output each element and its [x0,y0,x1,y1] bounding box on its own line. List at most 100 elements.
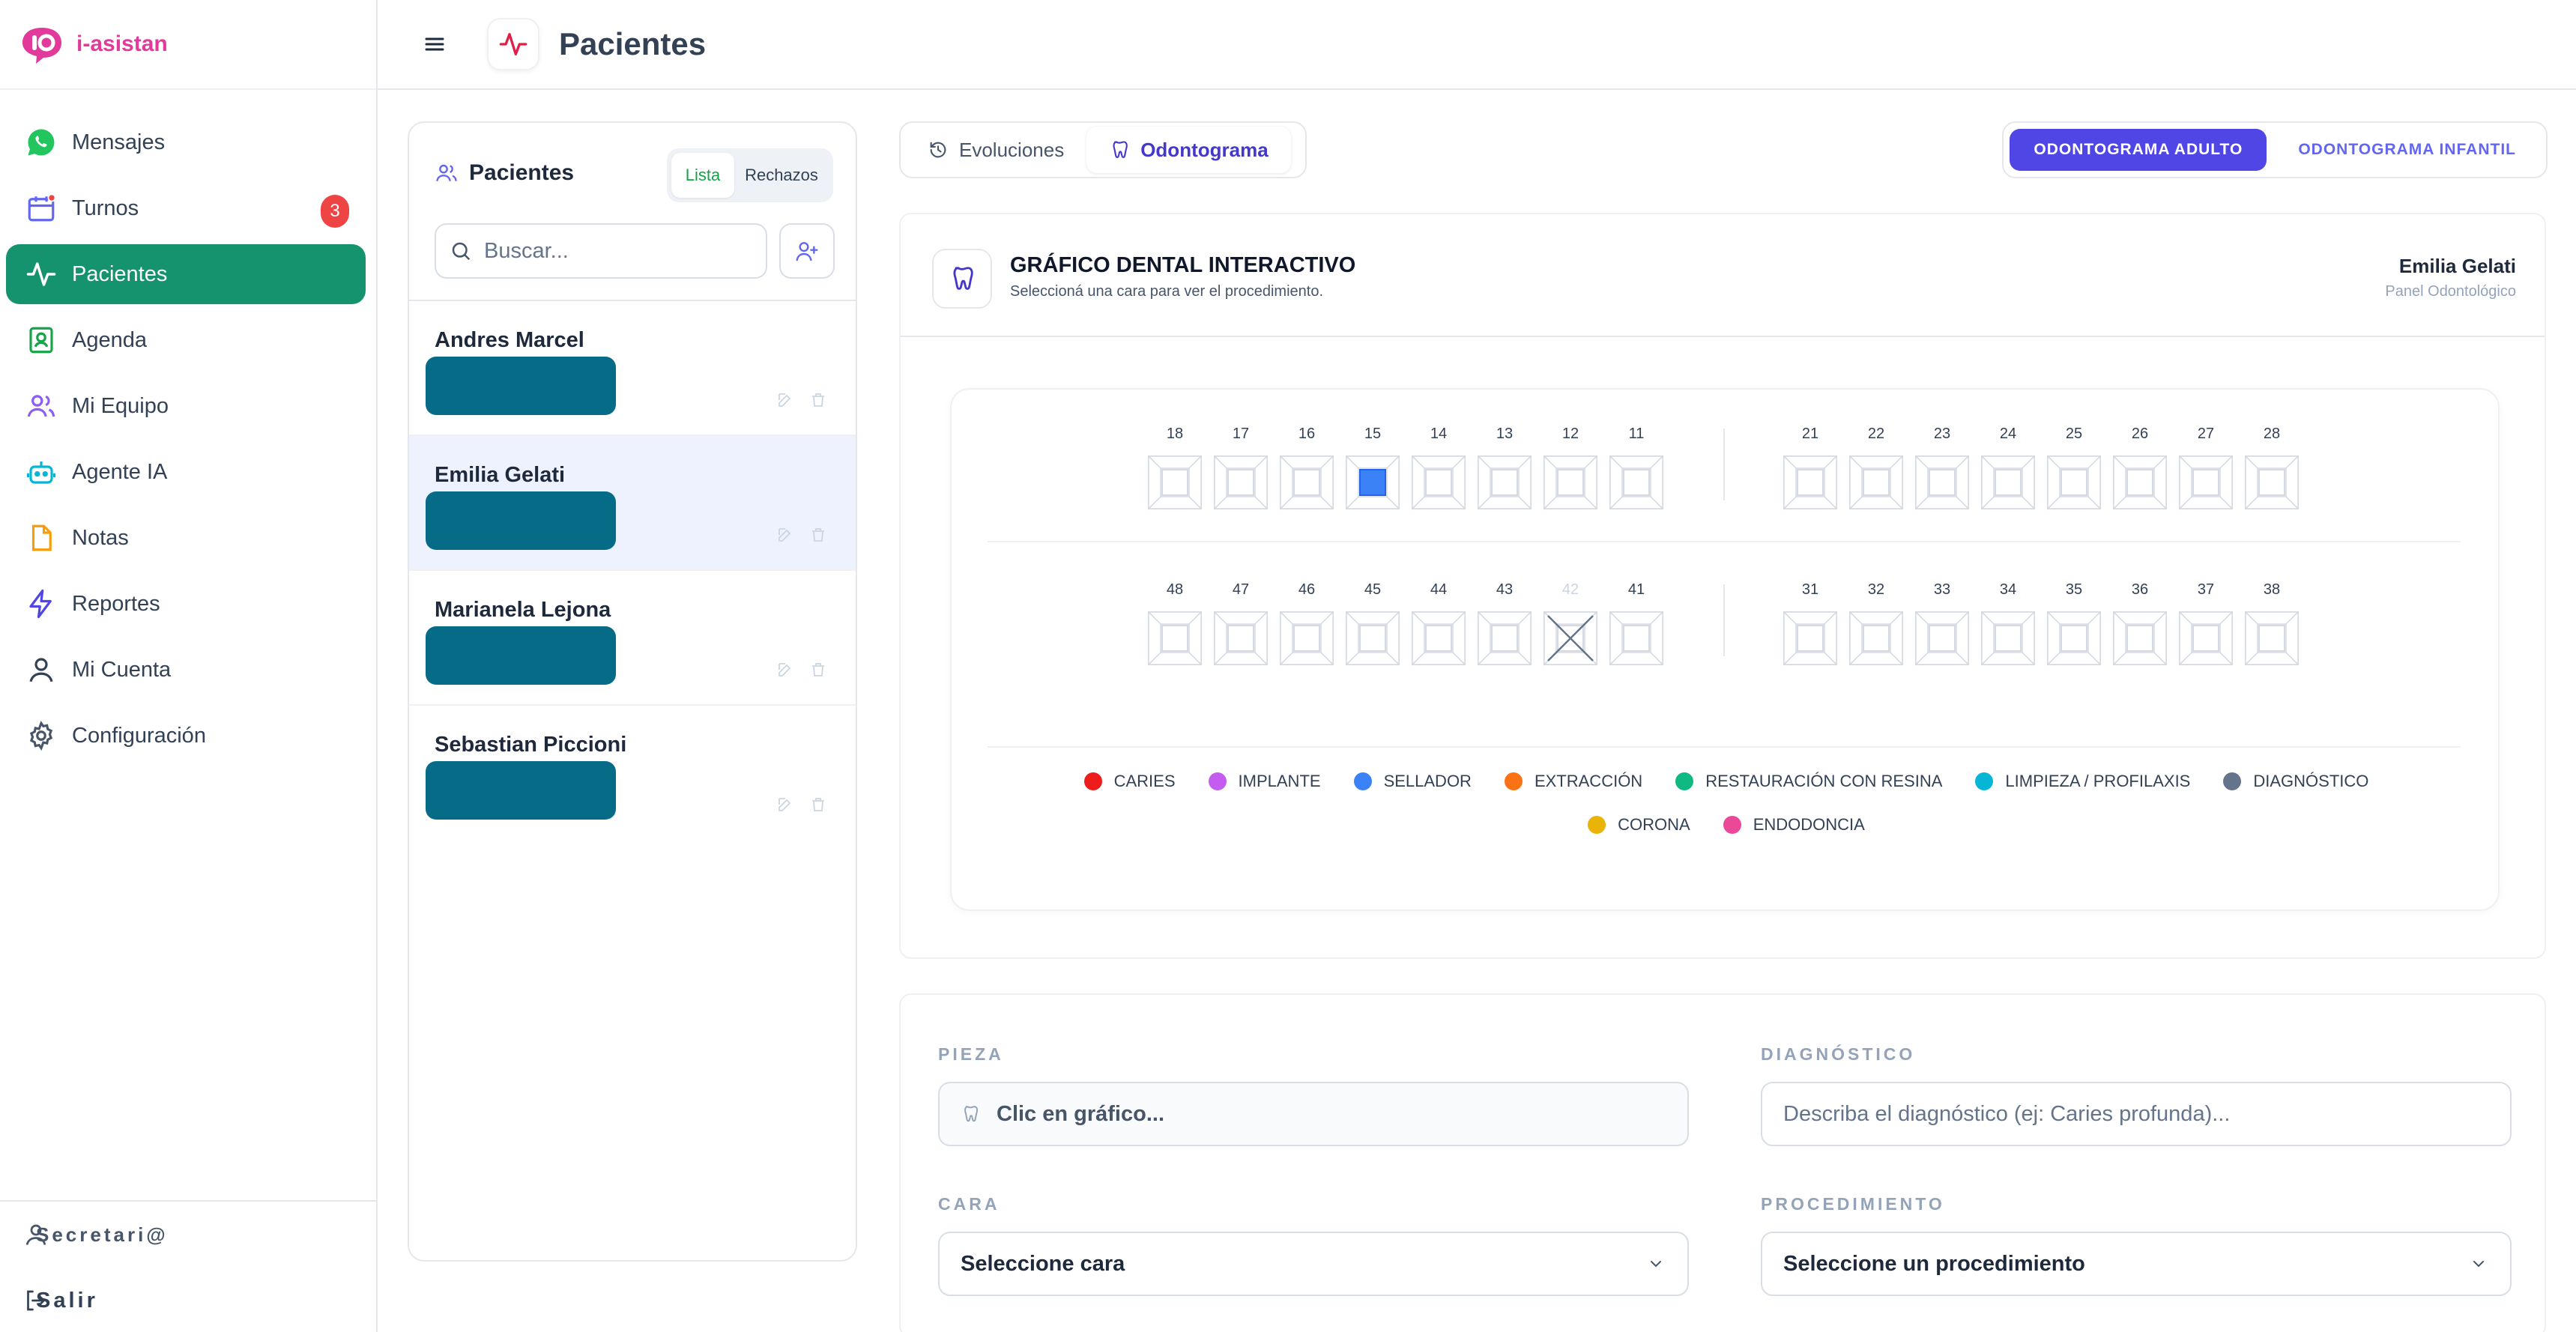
edit-icon[interactable] [776,661,794,679]
tooth-face-center[interactable] [1359,625,1386,652]
tooth-face-center[interactable] [1293,625,1320,652]
tooth-face-center[interactable] [1491,625,1518,652]
cara-select[interactable]: Seleccione cara [938,1232,1689,1296]
procedimiento-select[interactable]: Seleccione un procedimiento [1761,1232,2512,1296]
tooth-16[interactable]: 16 [1280,426,1334,509]
tooth-face-center[interactable] [1161,469,1188,496]
edit-icon[interactable] [776,391,794,409]
patient-row[interactable]: Marianela Lejona [409,571,856,706]
sidebar-item-reportes[interactable]: Reportes [6,574,366,634]
tooth-face-center[interactable] [1863,625,1890,652]
tooth-33[interactable]: 33 [1915,581,1969,665]
tab-evoluciones[interactable]: Evoluciones [905,127,1086,173]
tooth-face-center[interactable] [1995,469,2022,496]
tooth-43[interactable]: 43 [1478,581,1532,665]
tooth-face-center[interactable] [2258,625,2285,652]
tooth-face-center[interactable] [1227,469,1254,496]
tooth-face-center[interactable] [2258,469,2285,496]
tooth-23[interactable]: 23 [1915,426,1969,509]
tooth-17[interactable]: 17 [1214,426,1268,509]
tab-rechazos[interactable]: Rechazos [734,153,829,198]
tooth-face-center[interactable] [2126,625,2153,652]
sidebar-item-mi-cuenta[interactable]: Mi Cuenta [6,640,366,700]
sidebar-item-mensajes[interactable]: Mensajes [6,112,366,172]
tooth-face-center[interactable] [2192,625,2219,652]
add-patient-button[interactable] [779,223,835,279]
patient-row-selected[interactable]: Emilia Gelati [409,436,856,571]
tooth-face-center[interactable] [1797,469,1824,496]
tooth-face-center[interactable] [1293,469,1320,496]
trash-icon[interactable] [809,796,827,814]
tooth-22[interactable]: 22 [1849,426,1903,509]
patient-row[interactable]: Andres Marcel [409,301,856,436]
tooth-46[interactable]: 46 [1280,581,1334,665]
tooth-27[interactable]: 27 [2179,426,2233,509]
sidebar-item-turnos[interactable]: Turnos 3 [6,178,366,238]
tooth-32[interactable]: 32 [1849,581,1903,665]
tooth-47[interactable]: 47 [1214,581,1268,665]
tooth-24[interactable]: 24 [1981,426,2035,509]
tooth-41[interactable]: 41 [1609,581,1663,665]
tooth-face-center[interactable] [1491,469,1518,496]
tooth-42[interactable]: 42 [1544,581,1597,665]
tooth-31[interactable]: 31 [1783,581,1837,665]
search-input[interactable] [484,238,754,264]
edit-icon[interactable] [776,796,794,814]
tooth-11[interactable]: 11 [1609,426,1663,509]
logout-button[interactable]: Salir [0,1268,378,1332]
tooth-face-center[interactable] [1863,469,1890,496]
tooth-14[interactable]: 14 [1412,426,1466,509]
sidebar-item-pacientes[interactable]: Pacientes [6,244,366,304]
odontograma-adulto-button[interactable]: ODONTOGRAMA ADULTO [2010,129,2267,171]
tooth-37[interactable]: 37 [2179,581,2233,665]
tooth-36[interactable]: 36 [2113,581,2167,665]
tooth-face-center[interactable] [1623,469,1650,496]
sidebar-item-notas[interactable]: Notas [6,508,366,568]
tooth-45[interactable]: 45 [1346,581,1400,665]
trash-icon[interactable] [809,661,827,679]
sidebar-item-agente-ia[interactable]: Agente IA [6,442,366,502]
tooth-face-center[interactable] [2192,469,2219,496]
tooth-face-center[interactable] [2061,469,2087,496]
tooth-face-center[interactable] [1995,625,2022,652]
tooth-34[interactable]: 34 [1981,581,2035,665]
tooth-face-center[interactable] [1425,469,1452,496]
tooth-21[interactable]: 21 [1783,426,1837,509]
tooth-face-center[interactable] [2126,469,2153,496]
tooth-face-center[interactable] [1161,625,1188,652]
tooth-12[interactable]: 12 [1544,426,1597,509]
tooth-38[interactable]: 38 [2245,581,2299,665]
menu-toggle-button[interactable] [412,22,457,67]
tooth-25[interactable]: 25 [2047,426,2101,509]
tooth-44[interactable]: 44 [1412,581,1466,665]
tooth-48[interactable]: 48 [1148,581,1202,665]
sidebar-item-mi-equipo[interactable]: Mi Equipo [6,376,366,436]
tooth-face-center[interactable] [1797,625,1824,652]
pieza-field[interactable]: Clic en gráfico... [938,1082,1689,1146]
tooth-face-center-sellador[interactable] [1359,469,1386,496]
brand[interactable]: i-asistan [0,0,376,90]
tooth-face-center[interactable] [2061,625,2087,652]
tooth-face-center[interactable] [1929,625,1956,652]
tab-odontograma[interactable]: Odontograma [1086,127,1291,173]
tooth-28[interactable]: 28 [2245,426,2299,509]
diagnostico-input[interactable] [1783,1101,2458,1127]
tab-lista[interactable]: Lista [671,153,734,198]
tooth-26[interactable]: 26 [2113,426,2167,509]
patient-row[interactable]: Sebastian Piccioni [409,706,856,841]
tooth-35[interactable]: 35 [2047,581,2101,665]
tooth-face-center[interactable] [1557,469,1584,496]
trash-icon[interactable] [809,391,827,409]
sidebar-item-configuracion[interactable]: Configuración [6,706,366,766]
tooth-face-center[interactable] [1227,625,1254,652]
edit-icon[interactable] [776,526,794,544]
tooth-18[interactable]: 18 [1148,426,1202,509]
trash-icon[interactable] [809,526,827,544]
tooth-face-center[interactable] [1425,625,1452,652]
tooth-15[interactable]: 15 [1346,426,1400,509]
current-user[interactable]: Secretari@ [0,1202,378,1268]
odontograma-infantil-button[interactable]: ODONTOGRAMA INFANTIL [2274,129,2540,171]
tooth-face-center[interactable] [1623,625,1650,652]
tooth-face-center[interactable] [1929,469,1956,496]
tooth-13[interactable]: 13 [1478,426,1532,509]
